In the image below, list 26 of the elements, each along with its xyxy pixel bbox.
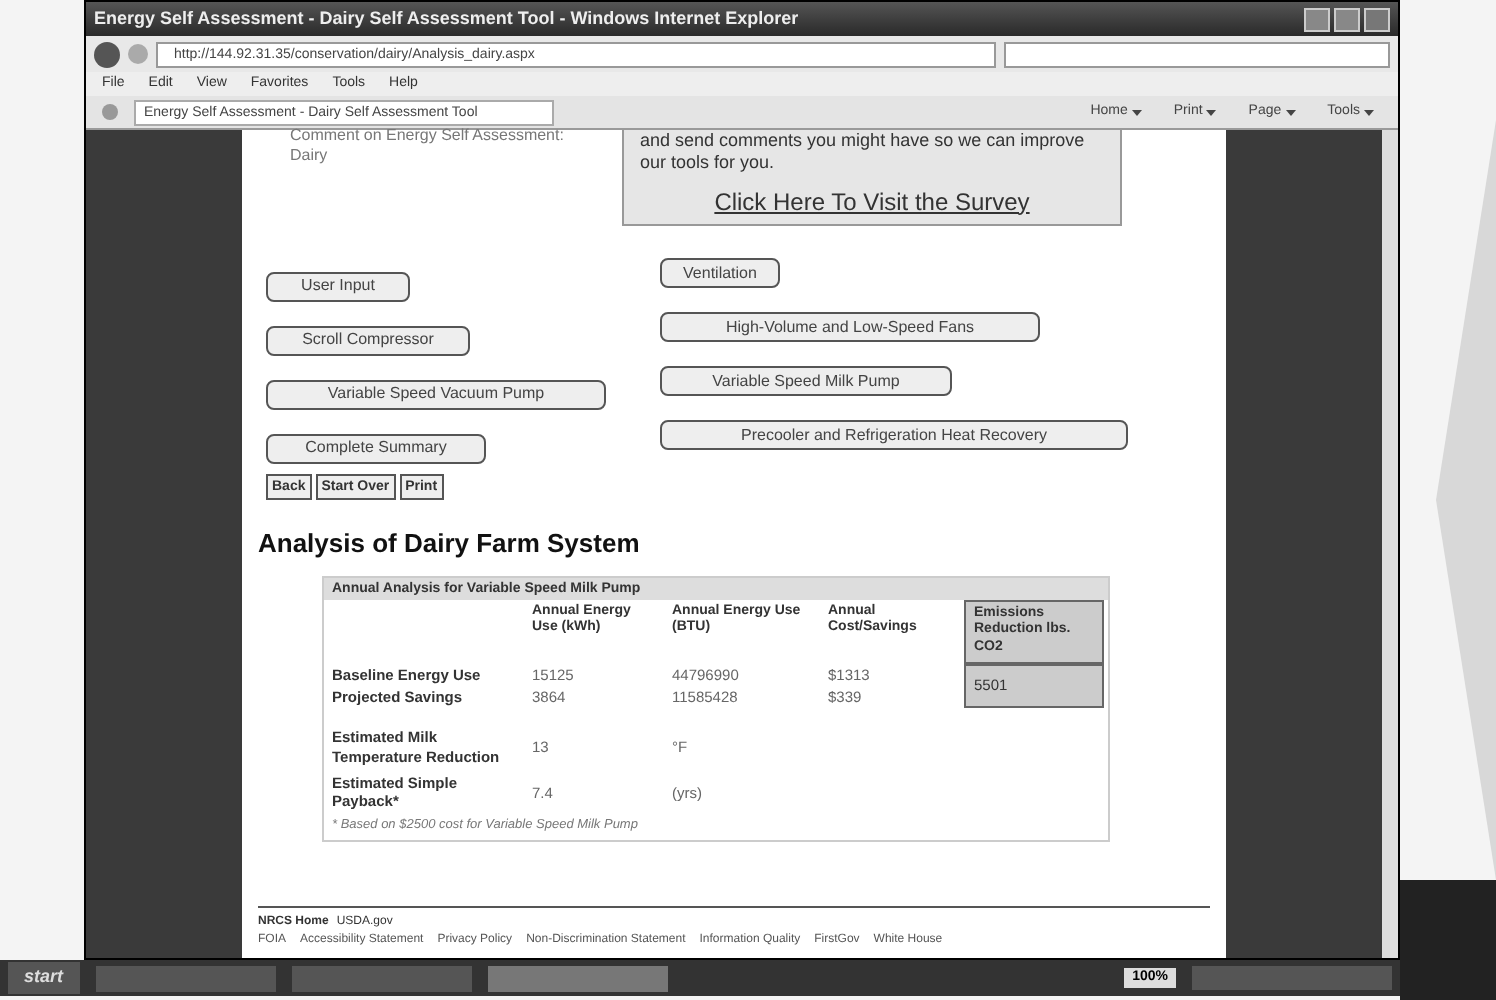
comment-text: Comment on Energy Self Assessment: Dairy xyxy=(288,126,566,168)
nav-button[interactable]: High-Volume and Low-Speed Fans xyxy=(660,312,1040,342)
nav-button[interactable]: Complete Summary xyxy=(266,433,486,463)
taskbar-item[interactable] xyxy=(487,965,668,991)
caret-icon xyxy=(1206,109,1217,115)
nav-button[interactable]: Scroll Compressor xyxy=(266,325,470,355)
window-title: Energy Self Assessment - Dairy Self Assessment Tool - Windows Internet Explorer xyxy=(94,5,799,32)
close-button[interactable] xyxy=(1364,7,1390,31)
taskbar-item[interactable] xyxy=(291,965,472,991)
caret-icon xyxy=(1285,109,1296,115)
slide-corner xyxy=(1400,880,1496,1000)
caret-icon xyxy=(1364,109,1374,115)
search-field[interactable] xyxy=(1004,41,1390,67)
caret-icon xyxy=(1131,109,1142,115)
nav-button[interactable]: Precooler and Refrigeration Heat Recovery xyxy=(660,420,1128,450)
nav-button[interactable]: Variable Speed Milk Pump xyxy=(660,366,952,396)
start-button[interactable]: start xyxy=(8,962,80,994)
maximize-button[interactable] xyxy=(1334,7,1360,31)
minimize-button[interactable] xyxy=(1304,7,1330,31)
nav-button[interactable]: User Input xyxy=(266,271,410,301)
survey-link[interactable]: Click Here To Visit the Survey xyxy=(714,183,1030,219)
taskbar-item[interactable] xyxy=(95,965,276,991)
survey-text: and send comments you might have so we can improve our tools for you. xyxy=(640,130,1087,175)
nav-button[interactable]: Variable Speed Vacuum Pump xyxy=(266,379,606,409)
page-heading: Analysis of Dairy Farm System xyxy=(258,526,642,562)
nav-button[interactable]: Ventilation xyxy=(660,258,780,288)
